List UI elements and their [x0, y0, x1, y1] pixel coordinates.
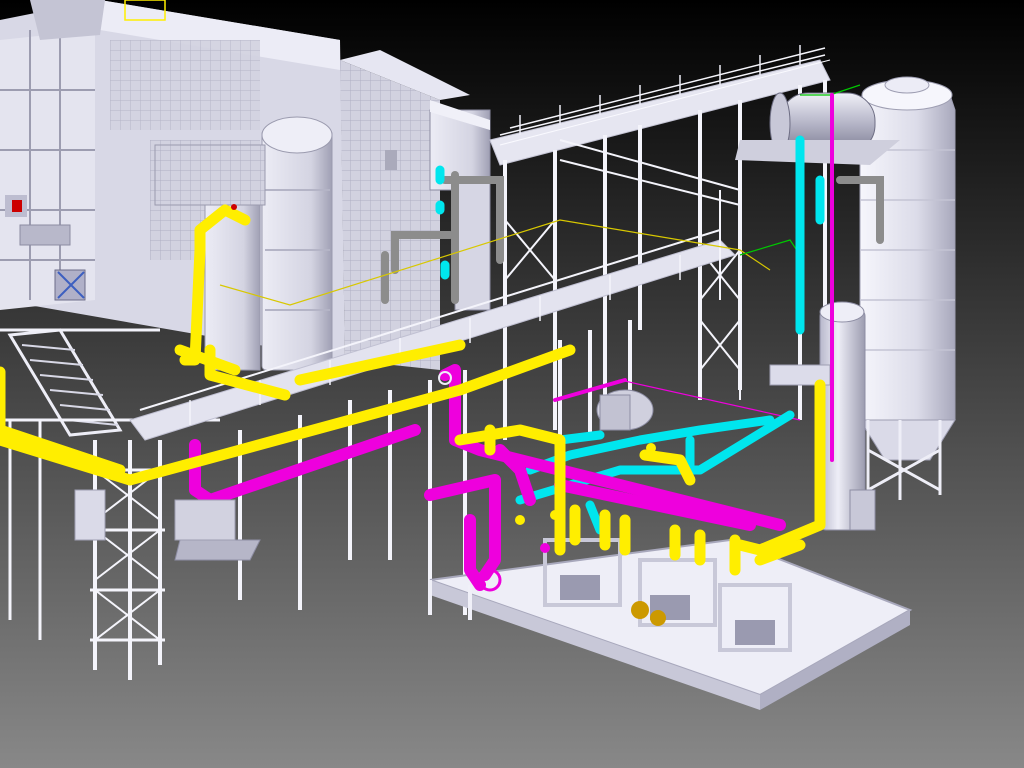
- red-flag-icon: [12, 200, 22, 212]
- fan-equipment: [596, 389, 654, 431]
- 3d-model-viewport[interactable]: [0, 0, 1024, 768]
- pump-icon: [560, 575, 600, 600]
- plant-model-scene[interactable]: [0, 0, 1024, 768]
- valve-icon: [631, 601, 649, 619]
